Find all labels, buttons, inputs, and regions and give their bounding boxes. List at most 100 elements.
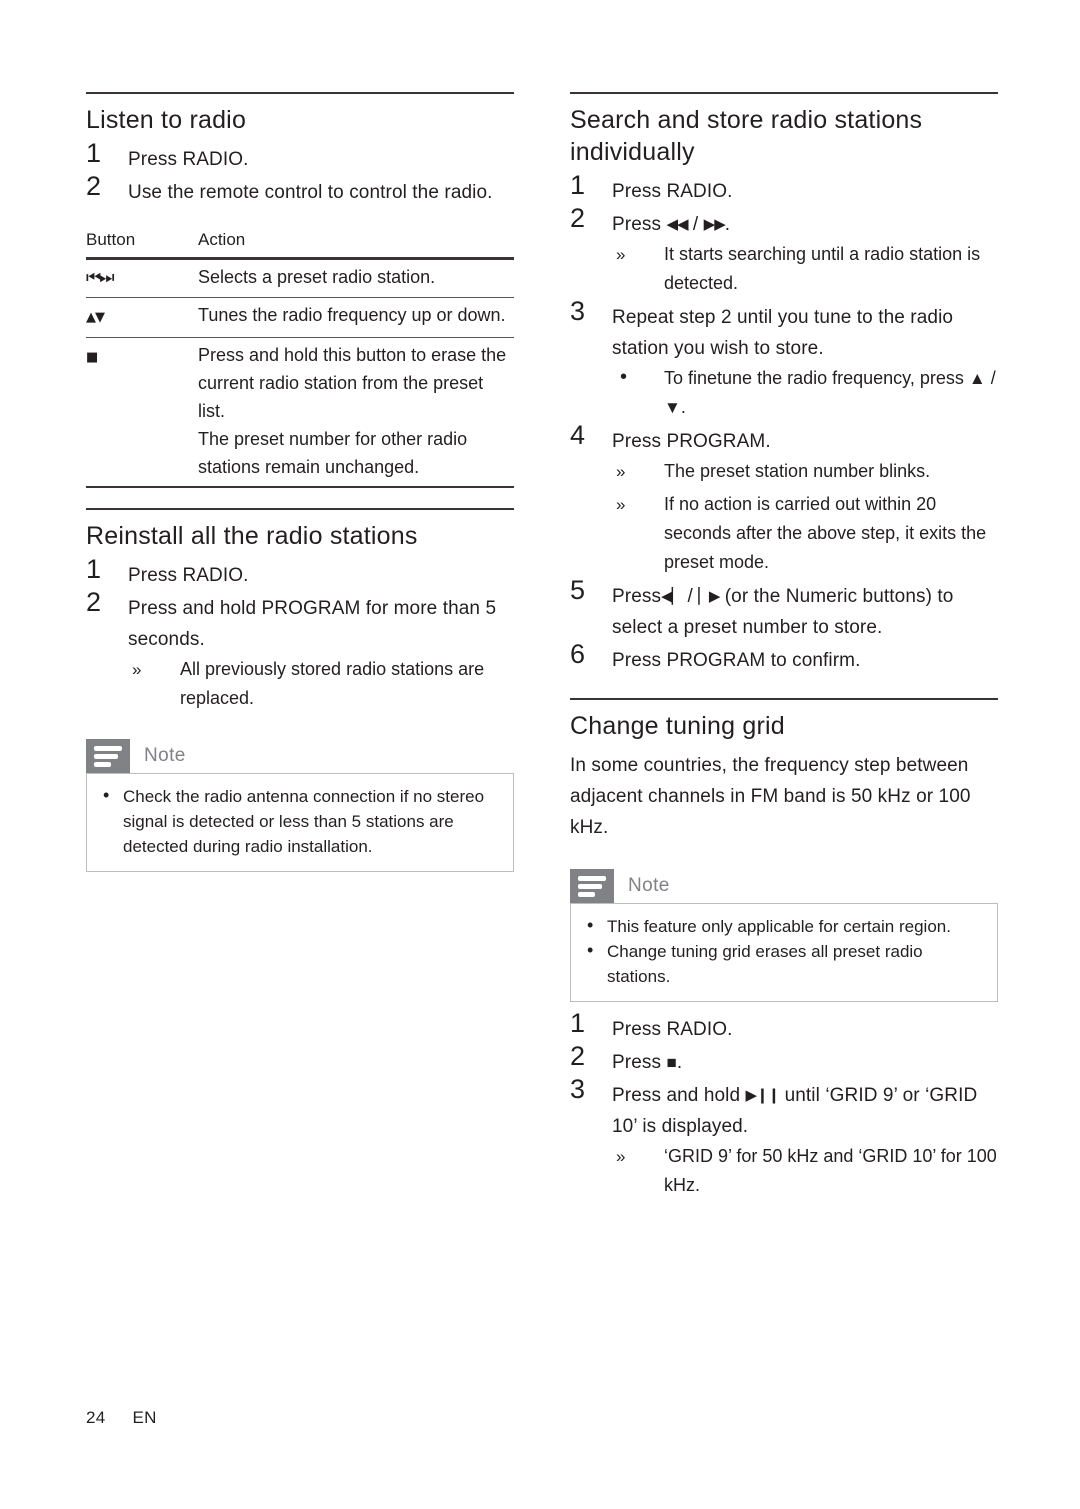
- action-text-secondary: The preset number for other radio statio…: [198, 429, 468, 477]
- action-text: Press and hold this button to erase the …: [198, 345, 507, 421]
- vertical-spacer: [570, 678, 998, 698]
- list-item: 1 Press RADIO.: [570, 170, 998, 207]
- step-number: 1: [86, 554, 102, 584]
- list-item: 2 Press ■.: [570, 1041, 998, 1078]
- list-item: • This feature only applicable for certa…: [581, 914, 983, 939]
- right-column: Search and store radio stations individu…: [570, 92, 998, 1204]
- tuning-grid-steps-list: 1 Press RADIO. 2 Press ■. 3 Press and ho…: [570, 1008, 998, 1200]
- note-label: Note: [628, 875, 670, 896]
- note-icon: [86, 739, 130, 773]
- note-icon-bar-1: [94, 745, 122, 751]
- table-header-row: Button Action: [86, 224, 514, 260]
- list-item: 3 Press and hold ▶❙❙ until ‘GRID 9’ or ‘…: [570, 1074, 998, 1200]
- step-text: Press and hold ▶❙❙ until ‘GRID 9’ or ‘GR…: [612, 1085, 977, 1137]
- footer-page-number: 24: [86, 1408, 106, 1427]
- down-triangle-icon: ▼: [664, 398, 681, 417]
- button-action-table: Button Action ⏮⏭ Selects a preset radio …: [86, 224, 514, 488]
- stop-square-glyph: ■: [86, 350, 98, 365]
- step-text-prefix: Press: [612, 586, 662, 607]
- step-text: Use the remote control to control the ra…: [128, 182, 493, 203]
- up-down-triangle-glyph: ▲▼: [86, 310, 105, 325]
- list-item: » All previously stored radio stations a…: [128, 655, 514, 713]
- reinstall-steps-list: 1 Press RADIO. 2 Press and hold PROGRAM …: [86, 554, 514, 713]
- page-title-search-store-stations: Search and store radio stations individu…: [570, 106, 923, 166]
- list-item: 2 Press ◀◀ / ▶▶. » It starts searching u…: [570, 203, 998, 298]
- page-title-listen-to-radio: Listen to radio: [86, 106, 247, 134]
- note-icon-bar-2: [578, 883, 602, 889]
- previous-track-icon: ◀▏: [661, 587, 683, 605]
- note-label: Note: [144, 745, 186, 766]
- table-cell-action: Press and hold this button to erase the …: [198, 337, 514, 488]
- stop-square-icon: ■: [666, 1053, 677, 1072]
- step-text: Press◀▏ / ▏▶ (or the Numeric buttons) to…: [612, 586, 953, 638]
- bullet-marker: »: [616, 1147, 626, 1166]
- list-item: » ‘GRID 9’ for 50 kHz and ‘GRID 10’ for …: [612, 1142, 998, 1200]
- step-text: Press and hold PROGRAM for more than 5 s…: [128, 598, 497, 650]
- result-bullet-list: » It starts searching until a radio stat…: [612, 240, 998, 298]
- list-item: » The preset station number blinks.: [612, 457, 998, 486]
- step-text: Press RADIO.: [612, 181, 733, 202]
- list-item: 1 Press RADIO.: [86, 554, 514, 591]
- note-body: • This feature only applicable for certa…: [570, 903, 998, 1002]
- list-item: • To finetune the radio frequency, press…: [612, 364, 998, 422]
- action-text: Selects a preset radio station.: [198, 267, 436, 287]
- note-icon-bar-2: [94, 753, 118, 759]
- play-pause-icon: ▶❙❙: [745, 1086, 781, 1104]
- bullet-marker: »: [132, 660, 142, 679]
- list-item: 6 Press PROGRAM to confirm.: [570, 639, 998, 676]
- step-number: 1: [570, 170, 586, 200]
- bullet-marker: »: [616, 462, 626, 481]
- action-text: Tunes the radio frequency up or down.: [198, 305, 506, 325]
- table-cell-action: Tunes the radio frequency up or down.: [198, 297, 514, 338]
- step-text: Press PROGRAM to confirm.: [612, 650, 861, 671]
- bullet-text-suffix: .: [680, 397, 686, 417]
- bullet-text: To finetune the radio frequency, press ▲…: [664, 368, 996, 417]
- list-item: » If no action is carried out within 20 …: [612, 490, 998, 577]
- step-text-prefix: Press and hold: [612, 1085, 746, 1106]
- result-bullet-list: » ‘GRID 9’ for 50 kHz and ‘GRID 10’ for …: [612, 1142, 998, 1200]
- prev-next-track-icon: ⏮⏭: [86, 258, 198, 298]
- left-column: Listen to radio 1 Press RADIO. 2 Use the…: [86, 92, 514, 872]
- vertical-spacer: [570, 1002, 998, 1014]
- page-title-change-tuning-grid: Change tuning grid: [570, 712, 785, 740]
- up-triangle-icon: ▲: [968, 369, 986, 388]
- bullet-marker: •: [103, 785, 110, 805]
- step-number: 6: [570, 639, 586, 669]
- step-number: 3: [570, 296, 586, 326]
- step-number: 4: [570, 420, 586, 450]
- page-title-reinstall-stations: Reinstall all the radio stations: [86, 522, 418, 550]
- step-text-prefix: Press: [612, 214, 667, 235]
- bullet-marker: »: [616, 245, 626, 264]
- glyph-separator: /: [985, 368, 996, 388]
- note-header: Note: [86, 739, 514, 773]
- list-item: • Change tuning grid erases all preset r…: [581, 939, 983, 989]
- section-search-store-stations: Search and store radio stations individu…: [570, 92, 998, 676]
- manual-page: Listen to radio 1 Press RADIO. 2 Use the…: [0, 0, 1080, 1509]
- step-text-suffix: .: [676, 1052, 683, 1073]
- list-item: 2 Press and hold PROGRAM for more than 5…: [86, 587, 514, 713]
- section-reinstall-stations: Reinstall all the radio stations 1 Press…: [86, 508, 514, 872]
- bullet-text: It starts searching until a radio statio…: [664, 244, 981, 293]
- list-item: 2 Use the remote control to control the …: [86, 171, 514, 208]
- glyph-separator: /: [687, 214, 704, 235]
- step-text-prefix: Press: [612, 1052, 667, 1073]
- rewind-icon: ◀◀: [666, 215, 688, 233]
- note-box-left: Note • Check the radio antenna connectio…: [86, 739, 514, 872]
- section-rule: [86, 92, 514, 94]
- step-number: 3: [570, 1074, 586, 1104]
- table-row: ▲▼ Tunes the radio frequency up or down.: [86, 297, 514, 338]
- bullet-text: This feature only applicable for certain…: [607, 917, 951, 936]
- table-row: ■ Press and hold this button to erase th…: [86, 337, 514, 488]
- note-header: Note: [570, 869, 998, 903]
- vertical-spacer: [86, 488, 514, 508]
- step-number: 2: [570, 1041, 586, 1071]
- table-row: ⏮⏭ Selects a preset radio station.: [86, 258, 514, 298]
- step-number: 1: [570, 1008, 586, 1038]
- step-text: Press ◀◀ / ▶▶.: [612, 214, 730, 235]
- step-text: Press ■.: [612, 1052, 682, 1073]
- bullet-text: ‘GRID 9’ for 50 kHz and ‘GRID 10’ for 10…: [664, 1146, 997, 1195]
- note-box-right: Note • This feature only applicable for …: [570, 869, 998, 1002]
- tip-bullet-list: • To finetune the radio frequency, press…: [612, 364, 998, 422]
- step-text: Press RADIO.: [612, 1019, 733, 1040]
- bullet-text: If no action is carried out within 20 se…: [664, 494, 987, 572]
